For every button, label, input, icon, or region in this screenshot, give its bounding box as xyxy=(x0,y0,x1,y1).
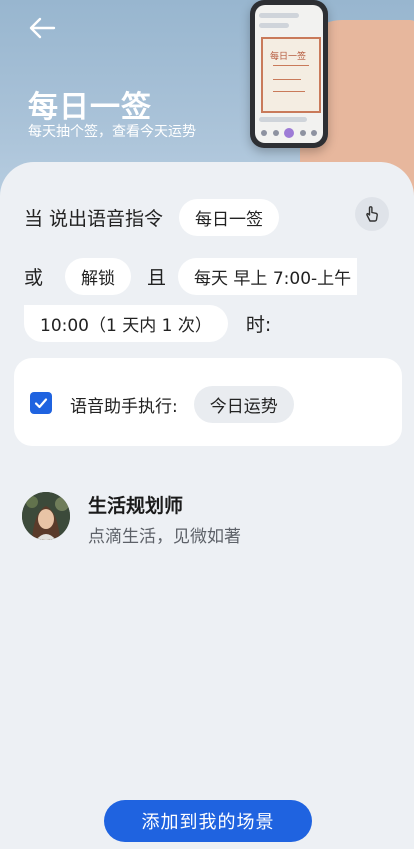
voice-trigger-row: 当 说出语音指令 每日一签 xyxy=(24,199,280,236)
page-title: 每日一签 xyxy=(28,90,152,125)
dock-icon xyxy=(272,130,279,136)
arrow-left-icon xyxy=(29,17,56,39)
or-label: 或 xyxy=(24,267,44,289)
execute-checkbox[interactable] xyxy=(30,392,52,414)
card-line xyxy=(273,65,309,66)
dock-icon xyxy=(299,130,306,136)
assistant-orb-icon xyxy=(284,128,294,138)
chat-bubble xyxy=(259,117,307,122)
schedule-pill-continued[interactable]: 10:00（1 天内 1 次） xyxy=(24,305,228,342)
voice-command-pill[interactable]: 每日一签 xyxy=(179,199,280,236)
execute-label: 语音助手执行: xyxy=(70,397,178,417)
unlock-trigger-row: 或 解锁 且 每天 早上 7:00-上午 xyxy=(24,258,358,295)
provider-description: 点滴生活，见微如著 xyxy=(88,527,241,547)
avatar-image xyxy=(22,492,70,540)
dock-icon xyxy=(261,130,267,136)
card-line xyxy=(273,79,301,80)
back-button[interactable] xyxy=(26,14,58,42)
and-label: 且 xyxy=(147,267,167,289)
fortune-card-illustration: 每日一签 xyxy=(261,37,321,113)
phone-dock xyxy=(261,128,317,138)
dock-icon xyxy=(311,130,317,136)
trigger-prefix: 当 说出语音指令 xyxy=(24,208,164,230)
phone-illustration: 每日一签 xyxy=(250,0,328,148)
hand-pointer-icon xyxy=(366,206,378,222)
unlock-pill[interactable]: 解锁 xyxy=(65,258,132,295)
provider-name: 生活规划师 xyxy=(88,495,184,517)
page-subtitle: 每天抽个签，查看今天运势 xyxy=(28,124,196,140)
when-label: 时: xyxy=(245,314,272,336)
chat-bubble xyxy=(259,23,289,28)
phone-screen: 每日一签 xyxy=(255,5,323,143)
checkmark-icon xyxy=(34,398,48,409)
chat-bubble xyxy=(259,13,299,18)
card-line xyxy=(273,91,305,92)
schedule-pill[interactable]: 每天 早上 7:00-上午 xyxy=(178,258,358,295)
action-pill[interactable]: 今日运势 xyxy=(193,386,294,423)
touch-trigger-button[interactable] xyxy=(355,197,389,231)
add-to-my-scenes-button[interactable]: 添加到我的场景 xyxy=(104,800,312,842)
schedule-row: 10:00（1 天内 1 次） 时: xyxy=(24,305,271,342)
provider-avatar xyxy=(22,492,70,540)
execute-row: 语音助手执行: 今日运势 xyxy=(70,386,294,423)
fortune-card-title: 每日一签 xyxy=(270,52,307,62)
